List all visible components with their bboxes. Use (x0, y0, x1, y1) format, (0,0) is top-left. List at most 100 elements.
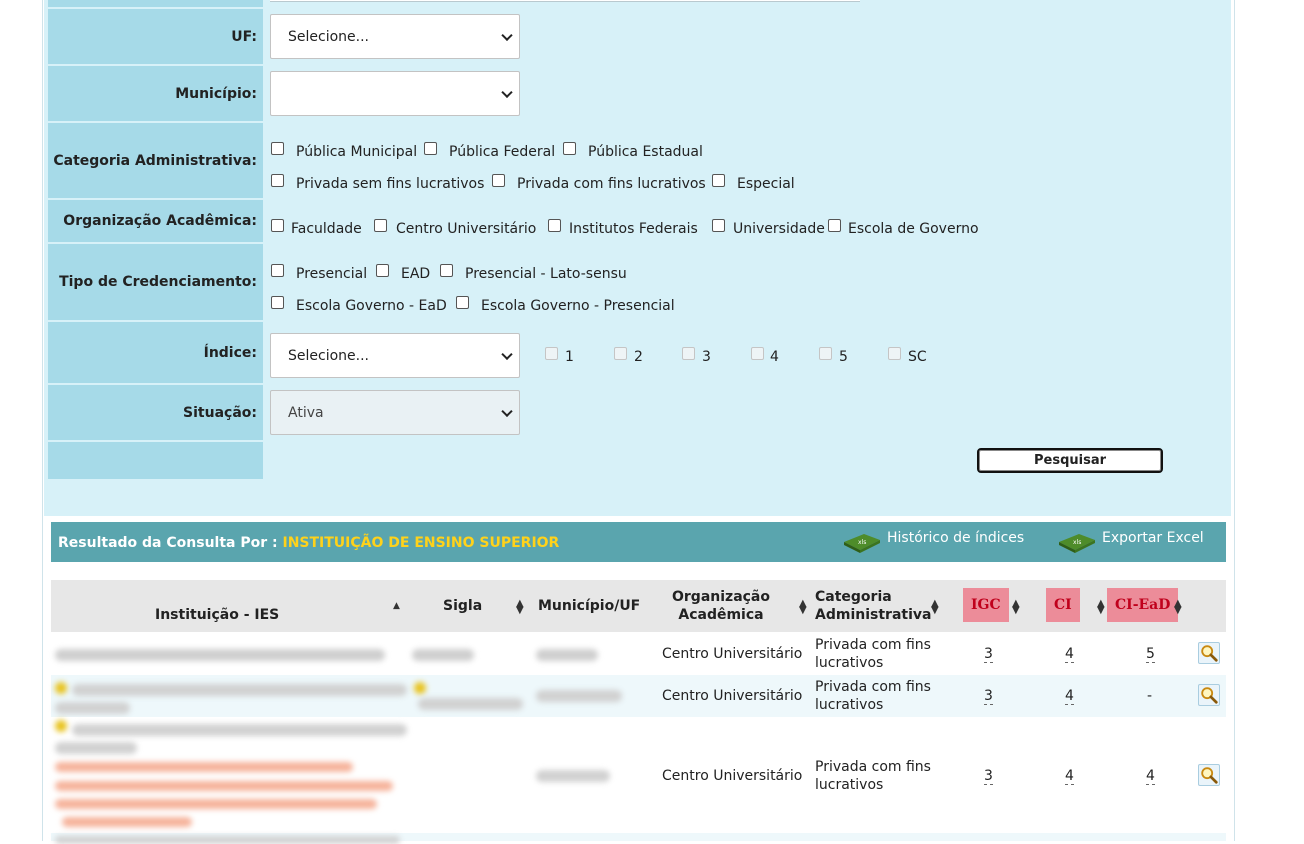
cell-organizacao: Centro Universitário (662, 688, 803, 704)
chevron-down-icon (501, 348, 513, 360)
checkbox-label: Especial (737, 176, 795, 192)
exportar-excel-link[interactable]: Exportar Excel (1102, 530, 1204, 546)
checkbox-indice-2[interactable] (614, 347, 627, 360)
sort-icon[interactable]: ▲ ▼ (1097, 599, 1105, 616)
sort-ascending-icon[interactable]: ▲ (393, 602, 400, 611)
chevron-down-icon (501, 86, 513, 98)
redacted-text (72, 684, 407, 696)
magnifier-icon[interactable] (1198, 684, 1220, 706)
form-label-cell (48, 442, 263, 479)
chevron-down-icon (501, 29, 513, 41)
column-header-instituicao[interactable]: Instituição - IES (155, 606, 279, 624)
checkbox-escola-de-governo[interactable] (828, 219, 841, 232)
column-header-sigla[interactable]: Sigla (443, 597, 482, 615)
checkbox-universidade[interactable] (712, 219, 725, 232)
checkbox-indice-4[interactable] (751, 347, 764, 360)
cell-ci[interactable]: 4 (1065, 688, 1074, 705)
uf-select-value: Selecione... (288, 28, 369, 45)
cell-ciead: - (1147, 688, 1153, 704)
checkbox-publica-estadual[interactable] (563, 142, 576, 155)
column-header-organizacao[interactable]: Organização Acadêmica (672, 588, 770, 624)
redacted-text (536, 649, 598, 661)
ies-name-input-edge[interactable] (270, 0, 860, 2)
checkbox-label: Escola de Governo (848, 221, 979, 237)
checkbox-label: Privada sem fins lucrativos (296, 176, 485, 192)
table-row (51, 675, 1226, 717)
indice-select-value: Selecione... (288, 347, 369, 364)
checkbox-label: Universidade (733, 221, 825, 237)
excel-book-icon[interactable]: xls (842, 530, 882, 554)
checkbox-privada-sem-fins[interactable] (271, 174, 284, 187)
redacted-text (55, 649, 385, 661)
checkbox-indice-1[interactable] (545, 347, 558, 360)
situacao-select-value: Ativa (288, 404, 324, 421)
cell-categoria-line2: lucrativos (815, 697, 884, 713)
column-header-municipio[interactable]: Município/UF (538, 597, 640, 615)
sort-icon[interactable]: ▲ ▼ (1174, 599, 1182, 616)
cell-ciead[interactable]: 4 (1146, 768, 1155, 785)
column-header-categoria[interactable]: Categoria Administrativa (815, 588, 931, 624)
cell-igc[interactable]: 3 (984, 768, 993, 785)
cell-igc[interactable]: 3 (984, 646, 993, 663)
column-header-ci[interactable]: CI (1046, 588, 1080, 622)
checkbox-label: 1 (565, 349, 574, 365)
cell-categoria-line2: lucrativos (815, 777, 884, 793)
historico-indices-link[interactable]: Histórico de índices (887, 530, 1024, 546)
redacted-text (55, 742, 137, 754)
checkbox-escola-governo-ead[interactable] (271, 296, 284, 309)
column-header-igc[interactable]: IGC (963, 588, 1009, 622)
magnifier-icon[interactable] (1198, 764, 1220, 786)
indice-select[interactable]: Selecione... (270, 333, 520, 378)
checkbox-presencial-lato-sensu[interactable] (440, 264, 453, 277)
checkbox-privada-com-fins[interactable] (492, 174, 505, 187)
star-icon (55, 682, 67, 694)
cell-organizacao: Centro Universitário (662, 768, 803, 784)
search-button[interactable]: Pesquisar (977, 448, 1163, 473)
checkbox-label: 3 (702, 349, 711, 365)
checkbox-label: Escola Governo - Presencial (481, 298, 675, 314)
cell-categoria-line1: Privada com fins (815, 679, 931, 695)
cell-ci[interactable]: 4 (1065, 768, 1074, 785)
checkbox-presencial[interactable] (271, 264, 284, 277)
redacted-text (536, 690, 622, 702)
magnifier-icon[interactable] (1198, 642, 1220, 664)
checkbox-indice-sc[interactable] (888, 347, 901, 360)
redacted-text (536, 770, 610, 782)
municipio-select[interactable] (270, 71, 520, 116)
svg-text:xls: xls (1073, 539, 1081, 546)
checkbox-publica-federal[interactable] (424, 142, 437, 155)
column-header-ciead[interactable]: CI-EaD (1107, 588, 1179, 622)
star-icon (55, 720, 67, 732)
checkbox-label: Presencial - Lato-sensu (465, 266, 627, 282)
column-header-organizacao-line1: Organização (672, 589, 770, 605)
categoria-label: Categoria Administrativa: (48, 123, 263, 198)
results-title-highlight: INSTITUIÇÃO DE ENSINO SUPERIOR (282, 535, 560, 551)
cell-igc[interactable]: 3 (984, 688, 993, 705)
checkbox-especial[interactable] (712, 174, 725, 187)
uf-select[interactable]: Selecione... (270, 14, 520, 59)
checkbox-escola-governo-presencial[interactable] (456, 296, 469, 309)
sort-icon[interactable]: ▲ ▼ (799, 599, 807, 616)
svg-text:xls: xls (858, 539, 866, 546)
sort-icon[interactable]: ▲ ▼ (516, 599, 524, 616)
cell-ci[interactable]: 4 (1065, 646, 1074, 663)
checkbox-centro-universitario[interactable] (374, 219, 387, 232)
cell-ciead[interactable]: 5 (1146, 646, 1155, 663)
star-icon (414, 682, 426, 694)
checkbox-institutos-federais[interactable] (548, 219, 561, 232)
checkbox-faculdade[interactable] (271, 219, 284, 232)
excel-book-icon[interactable]: xls (1057, 530, 1097, 554)
checkbox-indice-5[interactable] (819, 347, 832, 360)
checkbox-label: 2 (634, 349, 643, 365)
checkbox-publica-municipal[interactable] (271, 142, 284, 155)
checkbox-label: Presencial (296, 266, 368, 282)
chevron-down-icon (501, 405, 513, 417)
sort-icon[interactable]: ▲ ▼ (931, 599, 939, 616)
credenciamento-label: Tipo de Credenciamento: (48, 244, 263, 320)
checkbox-indice-3[interactable] (682, 347, 695, 360)
uf-label: UF: (48, 9, 263, 64)
checkbox-ead[interactable] (376, 264, 389, 277)
situacao-select[interactable]: Ativa (270, 390, 520, 435)
column-header-categoria-line1: Categoria (815, 589, 892, 605)
sort-icon[interactable]: ▲ ▼ (1012, 599, 1020, 616)
